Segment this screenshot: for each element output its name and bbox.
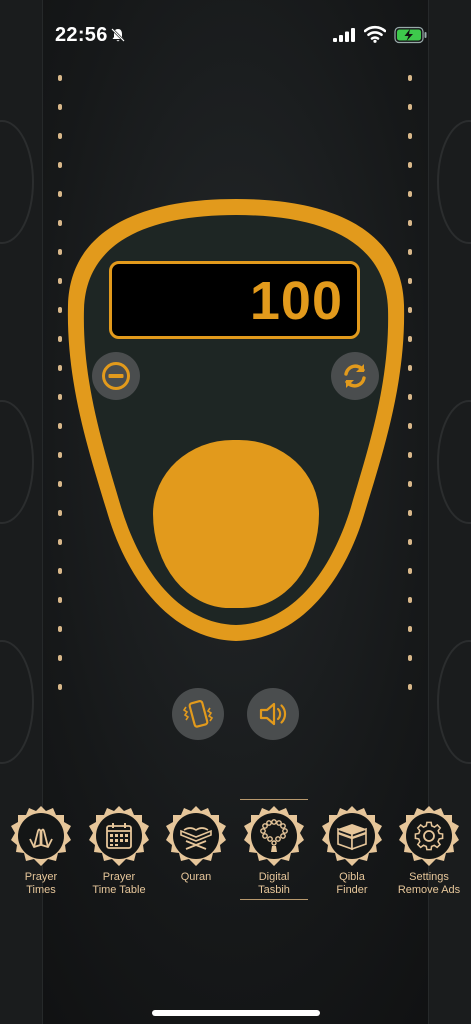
counter-display: 100	[109, 261, 360, 339]
decor-dot	[58, 684, 62, 690]
decor-dot	[408, 336, 412, 342]
decor-dot	[408, 104, 412, 110]
nav-badge	[88, 805, 150, 867]
nav-label: Digital Tasbih	[258, 871, 290, 896]
decor-dot	[408, 307, 412, 313]
decor-dot	[58, 220, 62, 226]
decor-dot	[408, 568, 412, 574]
bell-slash-icon	[111, 28, 125, 42]
nav-item-prayer-times[interactable]: Prayer Times	[3, 805, 79, 897]
status-bar: 22:56	[0, 0, 471, 60]
phone-vibrate-icon	[182, 700, 214, 728]
nav-item-prayer-time-table[interactable]: Prayer Time Table	[81, 805, 157, 897]
kaaba-icon	[337, 824, 367, 851]
bottom-nav: Prayer Times Prayer Time Table Quran Dig…	[0, 795, 471, 905]
minus-circle-icon	[102, 362, 130, 390]
decor-dot	[408, 597, 412, 603]
app-screen: 22:56 100 Prayer Times Prayer Time Table…	[0, 0, 471, 1024]
gear-icon	[414, 821, 444, 851]
decor-dot	[58, 278, 62, 284]
decor-dot	[408, 684, 412, 690]
quran-book-icon	[180, 827, 212, 850]
decor-dot	[58, 394, 62, 400]
nav-label: Prayer Times	[24, 871, 58, 896]
decor-dot	[408, 75, 412, 81]
nav-label: Quran	[180, 871, 212, 883]
decor-dot	[58, 75, 62, 81]
decor-dot	[58, 162, 62, 168]
decor-dot	[58, 133, 62, 139]
nav-item-digital-tasbih[interactable]: Digital Tasbih	[236, 805, 312, 897]
sound-toggle-button[interactable]	[247, 688, 299, 740]
nav-label: Qibla Finder	[336, 871, 368, 896]
decor-dot	[408, 162, 412, 168]
decrement-button[interactable]	[92, 352, 140, 400]
decor-dot	[408, 655, 412, 661]
nav-item-quran[interactable]: Quran	[158, 805, 234, 884]
active-tab-indicator	[240, 799, 308, 800]
nav-label: Settings Remove Ads	[397, 871, 461, 896]
decor-dot	[58, 249, 62, 255]
nav-label: Prayer Time Table	[92, 871, 146, 896]
decor-dot	[58, 191, 62, 197]
tasbih-beads-icon	[260, 819, 288, 852]
decor-dot	[408, 539, 412, 545]
nav-item-qibla-finder[interactable]: Qibla Finder	[314, 805, 390, 897]
decor-dot	[58, 104, 62, 110]
nav-badge	[165, 805, 227, 867]
nav-badge	[398, 805, 460, 867]
decor-dot	[58, 336, 62, 342]
tap-counter-button[interactable]	[153, 440, 319, 608]
decor-dot	[408, 191, 412, 197]
decor-dot	[58, 452, 62, 458]
decor-dot	[58, 626, 62, 632]
nav-badge	[10, 805, 72, 867]
vibrate-toggle-button[interactable]	[172, 688, 224, 740]
decor-dot	[408, 278, 412, 284]
battery-charging-icon	[394, 26, 427, 44]
decor-dot	[58, 307, 62, 313]
decor-dot	[408, 423, 412, 429]
decor-dot	[408, 365, 412, 371]
decor-dot	[58, 655, 62, 661]
decor-dot	[58, 568, 62, 574]
praying-hands-icon	[29, 828, 53, 848]
decor-dot	[408, 452, 412, 458]
decor-dot	[58, 365, 62, 371]
decor-dot	[408, 510, 412, 516]
home-indicator[interactable]	[152, 1010, 320, 1016]
status-time: 22:56	[55, 24, 108, 46]
decor-dot	[58, 510, 62, 516]
cellular-signal-icon	[333, 28, 355, 42]
decor-dot	[58, 423, 62, 429]
decor-dot	[408, 481, 412, 487]
nav-badge	[243, 805, 305, 867]
decor-dot	[58, 597, 62, 603]
reset-button[interactable]	[331, 352, 379, 400]
decor-dot	[408, 220, 412, 226]
refresh-icon	[344, 364, 366, 388]
nav-item-settings[interactable]: Settings Remove Ads	[391, 805, 467, 897]
decor-dot	[408, 249, 412, 255]
decor-dot	[58, 481, 62, 487]
nav-badge	[321, 805, 383, 867]
decor-dot	[408, 133, 412, 139]
count-value: 100	[249, 271, 343, 331]
decor-dot	[408, 626, 412, 632]
active-tab-indicator	[240, 899, 308, 900]
calendar-icon	[106, 823, 132, 849]
wifi-icon	[364, 25, 386, 43]
decor-dot	[408, 394, 412, 400]
speaker-icon	[259, 702, 287, 726]
decor-dot	[58, 539, 62, 545]
